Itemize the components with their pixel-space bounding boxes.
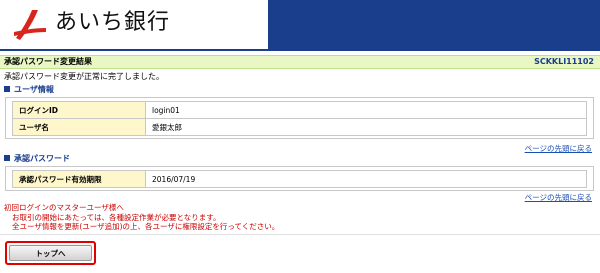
completion-message: 承認パスワード変更が正常に完了しました。	[4, 72, 164, 81]
table-row: ユーザ名 愛銀太郎	[12, 118, 587, 136]
login-id-value: login01	[145, 101, 587, 119]
password-heading: 承認パスワード	[4, 154, 70, 164]
header: あいち銀行	[0, 0, 600, 49]
user-info-heading: ユーザ情報	[4, 85, 54, 95]
page-top-link[interactable]: ページの先頭に戻る	[525, 192, 592, 203]
title-bar: 承認パスワード変更結果 SCKKLI11102	[0, 55, 600, 69]
password-table: 承認パスワード有効期限 2016/07/19	[12, 170, 587, 188]
top-button-highlight: トップへ	[5, 241, 96, 265]
password-expiry-label: 承認パスワード有効期限	[12, 170, 146, 188]
top-button[interactable]: トップへ	[9, 245, 92, 261]
login-id-label: ログインID	[12, 101, 146, 119]
notice-line: お取引の開始にあたっては、各種設定作業が必要となります。	[12, 212, 221, 222]
brand-name: あいち銀行	[55, 10, 171, 35]
table-row: 承認パスワード有効期限 2016/07/19	[12, 170, 587, 188]
user-info-table: ログインID login01 ユーザ名 愛銀太郎	[12, 101, 587, 136]
password-expiry-value: 2016/07/19	[145, 170, 587, 188]
bank-logo-icon	[14, 10, 46, 40]
header-rule	[0, 49, 600, 51]
screen-code: SCKKLI11102	[534, 57, 594, 66]
page-top-link[interactable]: ページの先頭に戻る	[525, 143, 592, 154]
user-name-value: 愛銀太郎	[145, 118, 587, 136]
header-band	[268, 0, 600, 49]
divider	[0, 234, 600, 235]
notice-line: 全ユーザ情報を更新(ユーザ追加)の上、各ユーザに権限設定を行ってください。	[12, 222, 280, 231]
page-title: 承認パスワード変更結果	[4, 57, 92, 66]
user-name-label: ユーザ名	[12, 118, 146, 136]
section-square-icon	[4, 155, 10, 161]
notice-line: 初回ログインのマスターユーザ様へ	[4, 203, 124, 212]
table-row: ログインID login01	[12, 101, 587, 119]
section-square-icon	[4, 86, 10, 92]
notice-text: 初回ログインのマスターユーザ様へ お取引の開始にあたっては、各種設定作業が必要と…	[4, 203, 279, 232]
